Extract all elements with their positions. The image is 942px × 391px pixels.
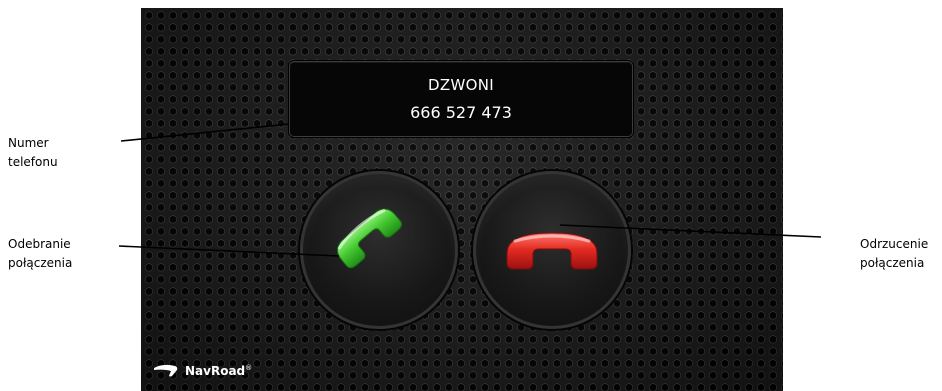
callout-accept-call: Odebranie połączenia xyxy=(8,237,73,270)
caller-phone-number: 666 527 473 xyxy=(410,103,512,122)
decline-call-button[interactable] xyxy=(473,171,631,329)
callout-decline-call: Odrzucenie połączenia xyxy=(860,237,929,270)
call-screen: DZWONI 666 527 473 NavRoad® xyxy=(141,8,783,391)
call-status-label: DZWONI xyxy=(428,76,494,94)
phone-hangup-icon xyxy=(506,232,598,270)
navroad-swoosh-icon xyxy=(154,364,178,377)
callout-phone-number: Numer telefonu xyxy=(8,136,58,169)
caller-info-panel: DZWONI 666 527 473 xyxy=(289,61,633,137)
navroad-logo: NavRoad® xyxy=(153,364,252,378)
phone-pickup-icon xyxy=(336,208,403,269)
accept-call-button[interactable] xyxy=(300,171,458,329)
brand-name: NavRoad® xyxy=(185,364,253,378)
